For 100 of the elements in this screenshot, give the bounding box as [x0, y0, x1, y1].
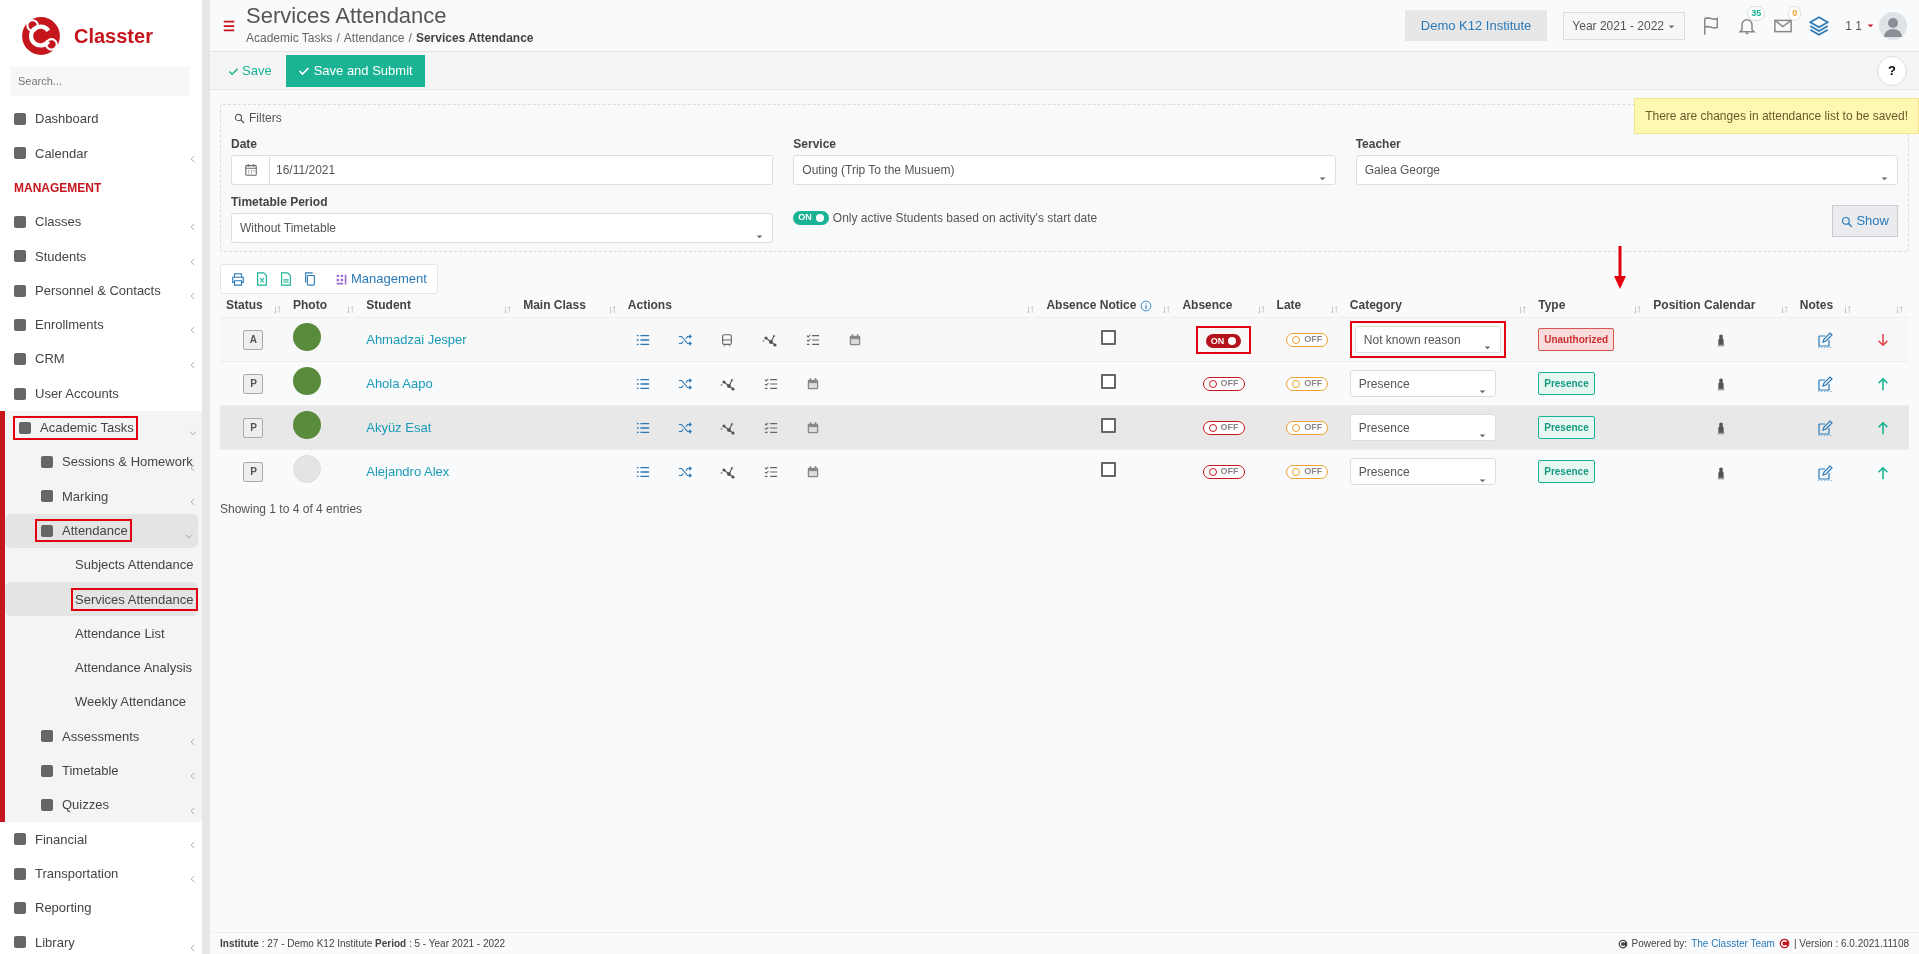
edit-icon[interactable]	[1817, 332, 1834, 349]
list-icon[interactable]	[635, 332, 650, 347]
sidebar-item[interactable]: Financial	[8, 827, 92, 852]
shuffle-icon[interactable]	[677, 464, 692, 479]
column-header: Notes	[1799, 298, 1834, 313]
shuffle-icon[interactable]	[677, 376, 692, 391]
column-header: Actions	[627, 298, 672, 313]
list-icon[interactable]	[635, 420, 650, 435]
sidebar-item[interactable]: Personnel & Contacts	[8, 278, 165, 303]
checklist-icon[interactable]	[805, 332, 820, 347]
list-icon[interactable]	[635, 376, 650, 391]
spreadsheet-icon[interactable]	[255, 271, 269, 286]
breadcrumb-current: Services Attendance	[415, 29, 534, 47]
category-select[interactable]: Presence	[1349, 370, 1496, 397]
calendar-icon[interactable]	[847, 332, 862, 347]
avatar-icon[interactable]	[1879, 11, 1907, 40]
column-header: Photo	[292, 298, 327, 313]
checklist-icon[interactable]	[763, 376, 778, 391]
layers-icon[interactable]	[1809, 15, 1830, 36]
info-icon[interactable]	[1139, 300, 1152, 313]
checkbox[interactable]	[1100, 461, 1116, 477]
logo-icon[interactable]	[20, 15, 62, 57]
sidebar-item[interactable]: Library	[8, 930, 79, 954]
sidebar-item[interactable]: Academic Tasks	[13, 416, 138, 440]
caret-icon[interactable]	[1866, 21, 1875, 30]
sidebar-item[interactable]: Services Attendance	[71, 587, 198, 612]
sidebar-item[interactable]: Weekly Attendance	[71, 690, 191, 714]
menu-icon	[39, 797, 55, 814]
late-toggle[interactable]: OFF	[1286, 464, 1329, 479]
edit-icon[interactable]	[1817, 420, 1834, 437]
late-toggle[interactable]: OFF	[1286, 376, 1329, 391]
calendar-icon[interactable]	[805, 464, 820, 479]
sidebar-item[interactable]: CRM	[8, 347, 69, 371]
list-icon[interactable]	[635, 464, 650, 479]
sidebar-item[interactable]: Transportation	[8, 861, 123, 886]
breadcrumb-link[interactable]: Attendance	[343, 28, 405, 47]
menu-icon	[12, 145, 28, 162]
user-name[interactable]: 1 1	[1845, 16, 1862, 35]
sidebar-item[interactable]: Subjects Attendance	[71, 553, 198, 577]
column-header: Absence Notice	[1046, 298, 1137, 313]
checkbox[interactable]	[1100, 417, 1116, 433]
absence-toggle[interactable]: OFF	[1202, 420, 1245, 435]
column-header: Main Class	[523, 298, 586, 313]
late-toggle[interactable]: OFF	[1286, 420, 1329, 435]
sidebar-item[interactable]: Sessions & Homework	[35, 450, 197, 474]
shuffle-icon[interactable]	[677, 332, 692, 347]
sidebar-item[interactable]: Dashboard	[8, 107, 103, 131]
sidebar-item[interactable]: User Accounts	[8, 381, 123, 406]
sidebar-item[interactable]: Assessments	[35, 724, 144, 749]
checkbox[interactable]	[1100, 373, 1116, 389]
date-field[interactable]: 16/11/2021	[231, 155, 774, 185]
team-link[interactable]: The Classter Team	[1691, 936, 1775, 951]
show-button[interactable]: Show	[1832, 205, 1898, 237]
late-toggle[interactable]: OFF	[1286, 332, 1329, 347]
copy-icon[interactable]	[303, 271, 317, 286]
breadcrumb-separator: /	[408, 29, 412, 47]
checkbox[interactable]	[1100, 329, 1116, 345]
institute-button[interactable]: Demo K12 Institute	[1404, 9, 1548, 42]
edit-icon[interactable]	[1817, 376, 1834, 393]
help-button[interactable]: ?	[1877, 55, 1907, 86]
edit-icon[interactable]	[1817, 464, 1834, 481]
column-header: Status	[226, 298, 263, 313]
absence-toggle[interactable]: OFF	[1202, 376, 1245, 391]
document-icon[interactable]	[279, 271, 293, 286]
period-select[interactable]: Without Timetable	[231, 213, 774, 243]
sidebar-item[interactable]: Attendance Analysis	[71, 656, 197, 680]
checklist-icon[interactable]	[763, 420, 778, 435]
absence-toggle[interactable]: OFF	[1202, 464, 1245, 479]
management-button[interactable]: Management	[335, 269, 427, 289]
sidebar-item[interactable]: Reporting	[8, 896, 96, 920]
sidebar-item[interactable]: Students	[8, 244, 91, 269]
shuffle-icon[interactable]	[677, 420, 692, 435]
app-name: Classter	[74, 24, 153, 49]
calendar-icon[interactable]	[805, 376, 820, 391]
category-select[interactable]: Presence	[1349, 414, 1496, 441]
year-dropdown[interactable]: Year 2021 - 2022	[1563, 11, 1686, 40]
checklist-icon[interactable]	[763, 464, 778, 479]
teacher-select[interactable]: Galea George	[1355, 155, 1898, 185]
search-field[interactable]: Search...	[10, 66, 190, 96]
bus-icon[interactable]	[719, 332, 734, 347]
breadcrumb-link[interactable]: Academic Tasks	[246, 28, 333, 47]
menu-icon	[12, 934, 28, 951]
category-select[interactable]: Not known reason	[1354, 326, 1501, 353]
logo-icon	[1778, 938, 1790, 949]
service-select[interactable]: Outing (Trip To the Musuem)	[793, 155, 1336, 185]
sidebar-item[interactable]: Attendance List	[71, 621, 169, 646]
menu-icon	[12, 351, 28, 368]
sidebar-item[interactable]: Quizzes	[35, 793, 113, 817]
sidebar-item[interactable]: Attendance	[35, 518, 132, 543]
absence-toggle[interactable]: ON	[1205, 334, 1242, 349]
print-icon[interactable]	[231, 271, 245, 286]
sidebar-item[interactable]: Classes	[8, 210, 86, 234]
menu-icon[interactable]	[222, 18, 236, 33]
calendar-icon[interactable]	[805, 420, 820, 435]
category-select[interactable]: Presence	[1349, 458, 1496, 486]
sidebar-item[interactable]: Calendar	[8, 141, 92, 166]
entries-info: Showing 1 to 4 of 4 entries	[220, 500, 364, 518]
sidebar-item[interactable]: Enrollments	[8, 313, 108, 337]
sidebar-item[interactable]: Timetable	[35, 759, 123, 783]
sidebar-item[interactable]: Marking	[35, 484, 113, 509]
